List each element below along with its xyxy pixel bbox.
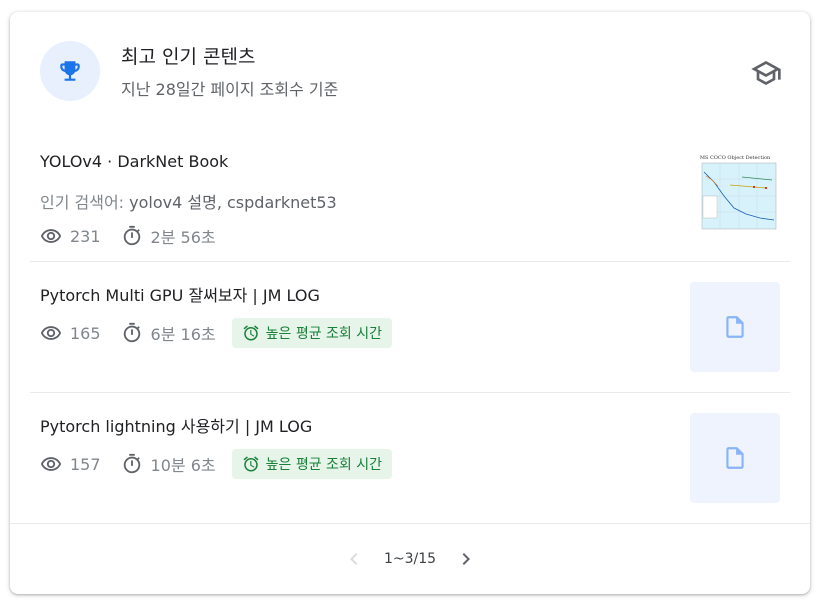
item-title[interactable]: Pytorch lightning 사용하기 | JM LOG (40, 413, 312, 437)
view-count: 231 (70, 226, 101, 246)
item-meta: 157 10분 6초 높은 평균 조회 시간 (40, 449, 393, 479)
item-title[interactable]: YOLOv4 · DarkNet Book (40, 152, 228, 171)
top-content-card: 최고 인기 콘텐츠 지난 28일간 페이지 조회수 기준 YOLOv4 · Da… (10, 12, 810, 594)
chart-thumbnail: MS COCO Object Detection (690, 152, 780, 236)
keywords-label: 인기 검색어: (40, 193, 130, 212)
view-count: 165 (70, 323, 101, 343)
card-subtitle: 지난 28일간 페이지 조회수 기준 (121, 80, 339, 99)
timer-icon (123, 322, 140, 343)
trophy-icon (60, 61, 80, 81)
high-watch-time-badge: 높은 평균 조회 시간 (231, 449, 393, 479)
badge-label: 높은 평균 조회 시간 (265, 457, 383, 473)
document-icon (726, 316, 744, 338)
list-item[interactable]: Pytorch Multi GPU 잘써보자 | JM LOG 165 6분 1… (30, 262, 790, 392)
page-range: 1~3/15 (383, 551, 437, 567)
item-keywords: 인기 검색어: yolov4 설명, cspdarknet53 (40, 189, 337, 213)
keywords-value: yolov4 설명, cspdarknet53 (129, 193, 337, 212)
high-watch-time-badge: 높은 평균 조회 시간 (231, 318, 393, 348)
eye-icon (40, 229, 62, 243)
document-icon (726, 447, 744, 469)
chevron-left-icon[interactable] (342, 547, 366, 571)
eye-icon (40, 326, 62, 340)
badge-label: 높은 평균 조회 시간 (265, 326, 383, 342)
pagination: 1~3/15 (10, 542, 810, 576)
card-title: 최고 인기 콘텐츠 (121, 46, 256, 68)
item-meta: 165 6분 16초 높은 평균 조회 시간 (40, 318, 393, 348)
list-item[interactable]: Pytorch lightning 사용하기 | JM LOG 157 10분 … (30, 393, 790, 523)
card-header: 최고 인기 콘텐츠 지난 28일간 페이지 조회수 기준 (10, 12, 810, 132)
eye-icon (40, 457, 62, 471)
avg-duration: 10분 6초 (150, 456, 216, 475)
item-title[interactable]: Pytorch Multi GPU 잘써보자 | JM LOG (40, 282, 320, 306)
timer-icon (123, 225, 140, 246)
trophy-badge (40, 41, 100, 101)
alarm-icon (243, 325, 259, 341)
avg-duration: 6분 16초 (150, 325, 216, 344)
item-meta: 231 2분 56초 (40, 221, 216, 251)
thumbnail-placeholder (690, 282, 780, 372)
list-item[interactable]: YOLOv4 · DarkNet Book 인기 검색어: yolov4 설명,… (30, 132, 790, 262)
avg-duration: 2분 56초 (150, 228, 216, 247)
school-icon[interactable] (750, 57, 782, 89)
timer-icon (123, 453, 140, 474)
chevron-right-icon[interactable] (454, 547, 478, 571)
thumbnail-title: MS COCO Object Detection (700, 155, 771, 161)
thumbnail-placeholder (690, 413, 780, 503)
footer-divider (10, 523, 810, 524)
alarm-icon (243, 456, 259, 472)
view-count: 157 (70, 454, 101, 474)
